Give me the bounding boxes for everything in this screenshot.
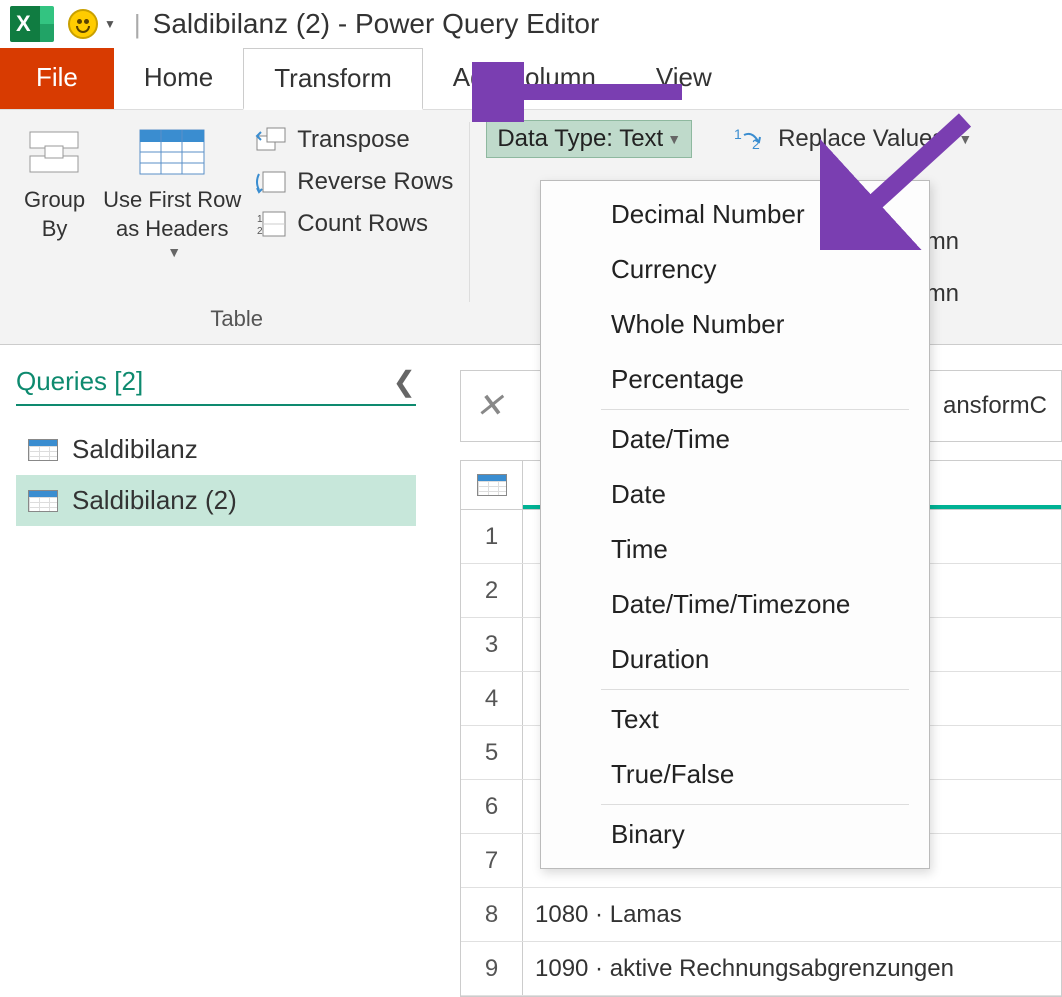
- queries-header[interactable]: Queries [2] ❮: [16, 365, 416, 406]
- window-title: Saldibilanz (2) - Power Query Editor: [153, 8, 600, 40]
- datatype-option-text[interactable]: Text: [541, 692, 929, 747]
- table-row[interactable]: 81080 · Lamas: [461, 888, 1061, 942]
- query-item[interactable]: Saldibilanz (2): [16, 475, 416, 526]
- query-item[interactable]: Saldibilanz: [16, 424, 416, 475]
- row-number[interactable]: 8: [461, 888, 523, 941]
- datatype-option-date[interactable]: Date: [541, 467, 929, 522]
- use-first-row-button[interactable]: Use First Row as Headers▼: [99, 120, 245, 267]
- datatype-option-true-false[interactable]: True/False: [541, 747, 929, 802]
- datatype-option-time[interactable]: Time: [541, 522, 929, 577]
- excel-icon: [10, 6, 50, 42]
- formula-text: ansformC: [943, 392, 1047, 420]
- row-number[interactable]: 5: [461, 726, 523, 779]
- group-label-table: Table: [210, 302, 263, 340]
- transpose-label: Transpose: [297, 126, 410, 154]
- menu-separator: [601, 689, 909, 690]
- row-number[interactable]: 3: [461, 618, 523, 671]
- tab-transform[interactable]: Transform: [243, 48, 423, 110]
- reverse-rows-icon: [255, 168, 287, 196]
- tab-home[interactable]: Home: [114, 48, 243, 109]
- transpose-button[interactable]: Transpose: [255, 126, 453, 154]
- tab-file[interactable]: File: [0, 48, 114, 109]
- menu-separator: [601, 804, 909, 805]
- table-icon: [28, 490, 58, 512]
- data-type-label: Data Type: Text: [497, 125, 663, 153]
- count-rows-icon: 1 2: [255, 210, 287, 238]
- svg-text:1: 1: [734, 126, 742, 142]
- clear-formula-icon[interactable]: ✕: [475, 386, 504, 426]
- title-separator: |: [134, 9, 141, 40]
- annotation-arrow-2: [820, 110, 980, 250]
- transpose-icon: [255, 126, 287, 154]
- queries-panel: Queries [2] ❮ Saldibilanz Saldibilanz (2): [0, 345, 432, 546]
- group-by-icon: [25, 126, 85, 178]
- annotation-arrow-1: [472, 62, 692, 122]
- row-number[interactable]: 4: [461, 672, 523, 725]
- reverse-rows-button[interactable]: Reverse Rows: [255, 168, 453, 196]
- chevron-down-icon: ▼: [167, 243, 181, 261]
- datatype-option-whole-number[interactable]: Whole Number: [541, 297, 929, 352]
- row-number[interactable]: 7: [461, 834, 523, 887]
- select-all-corner[interactable]: [461, 461, 523, 509]
- count-rows-label: Count Rows: [297, 210, 428, 238]
- ribbon-group-table: Group By Use First Row as Headers▼: [8, 116, 465, 344]
- cell-value[interactable]: 1090 · aktive Rechnungsabgrenzungen: [523, 955, 1061, 983]
- datatype-option-date-time-timezone[interactable]: Date/Time/Timezone: [541, 577, 929, 632]
- data-type-button[interactable]: Data Type: Text ▼: [486, 120, 692, 158]
- group-by-button[interactable]: Group By: [20, 120, 89, 249]
- row-number[interactable]: 1: [461, 510, 523, 563]
- datatype-option-date-time[interactable]: Date/Time: [541, 412, 929, 467]
- qat-dropdown-icon[interactable]: ▼: [104, 17, 116, 31]
- table-icon: [28, 439, 58, 461]
- datatype-option-percentage[interactable]: Percentage: [541, 352, 929, 407]
- svg-text:1: 1: [257, 214, 263, 225]
- ribbon-separator: [469, 122, 470, 302]
- query-item-label: Saldibilanz: [72, 434, 198, 465]
- datatype-option-binary[interactable]: Binary: [541, 807, 929, 862]
- replace-values-icon: 1 2: [732, 125, 768, 153]
- group-by-label: Group By: [24, 186, 85, 243]
- queries-title: Queries [2]: [16, 366, 143, 397]
- table-icon: [477, 474, 507, 496]
- row-number[interactable]: 9: [461, 942, 523, 995]
- collapse-chevron-icon[interactable]: ❮: [393, 365, 416, 398]
- title-bar: ▼ | Saldibilanz (2) - Power Query Editor: [0, 0, 1062, 48]
- cell-value[interactable]: 1080 · Lamas: [523, 901, 1061, 929]
- datatype-option-duration[interactable]: Duration: [541, 632, 929, 687]
- datatype-option-currency[interactable]: Currency: [541, 242, 929, 297]
- chevron-down-icon: ▼: [667, 131, 681, 147]
- count-rows-button[interactable]: 1 2 Count Rows: [255, 210, 453, 238]
- table-headers-icon: [136, 126, 208, 178]
- query-item-label: Saldibilanz (2): [72, 485, 237, 516]
- table-row[interactable]: 91090 · aktive Rechnungsabgrenzungen: [461, 942, 1061, 996]
- data-type-menu: Decimal NumberCurrencyWhole NumberPercen…: [540, 180, 930, 869]
- use-first-row-label: Use First Row as Headers: [103, 186, 241, 243]
- row-number[interactable]: 2: [461, 564, 523, 617]
- svg-text:2: 2: [257, 226, 263, 237]
- menu-separator: [601, 409, 909, 410]
- reverse-rows-label: Reverse Rows: [297, 168, 453, 196]
- smiley-icon[interactable]: [68, 9, 98, 39]
- row-number[interactable]: 6: [461, 780, 523, 833]
